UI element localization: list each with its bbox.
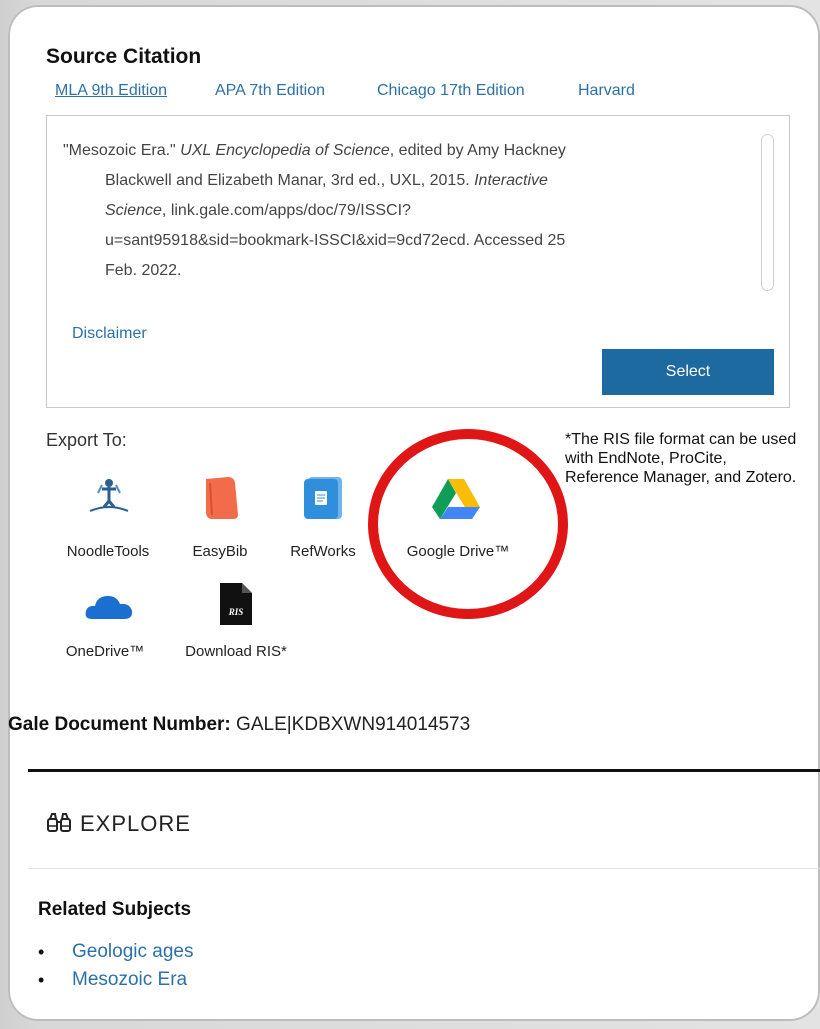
citation-box: "Mesozoic Era." UXL Encyclopedia of Scie… bbox=[46, 115, 790, 408]
citation-line: Blackwell and Elizabeth Manar, 3rd ed., … bbox=[63, 166, 713, 196]
noodletools-icon bbox=[89, 479, 129, 512]
select-button[interactable]: Select bbox=[602, 349, 774, 395]
document-number-label: Gale Document Number: bbox=[8, 714, 231, 735]
ris-icon-text: RIS bbox=[228, 607, 244, 617]
citation-run: , link.gale.com/apps/doc/79/ISSCI? bbox=[161, 202, 411, 219]
citation-scrollbar[interactable] bbox=[761, 134, 774, 291]
refworks-icon bbox=[304, 477, 342, 519]
tab-mla[interactable]: MLA 9th Edition bbox=[55, 82, 167, 100]
gale-document-number: Gale Document Number: GALE|KDBXWN9140145… bbox=[8, 714, 470, 736]
citation-text: "Mesozoic Era." UXL Encyclopedia of Scie… bbox=[63, 136, 713, 286]
tab-harvard[interactable]: Harvard bbox=[578, 82, 635, 100]
document-number-value: GALE|KDBXWN914014573 bbox=[236, 714, 471, 735]
easybib-label: EasyBib bbox=[192, 543, 248, 560]
citation-run: Feb. 2022. bbox=[105, 262, 182, 279]
tab-apa[interactable]: APA 7th Edition bbox=[215, 82, 325, 100]
onedrive-label: OneDrive™ bbox=[65, 643, 145, 660]
explore-divider bbox=[28, 868, 820, 869]
citation-panel: Source Citation MLA 9th Edition APA 7th … bbox=[8, 5, 820, 1021]
citation-run: u=sant95918&sid=bookmark-ISSCI&xid=9cd72… bbox=[105, 232, 566, 249]
explore-heading: EXPLORE bbox=[46, 811, 191, 837]
annotation-circle bbox=[368, 429, 568, 619]
subject-link-mesozoic-era[interactable]: Mesozoic Era bbox=[72, 969, 187, 990]
citation-run: , edited by Amy Hackney bbox=[389, 142, 566, 159]
citation-italic-run: Science bbox=[105, 202, 162, 219]
source-citation-title: Source Citation bbox=[46, 45, 202, 68]
related-subjects-list: Geologic ages Mesozoic Era bbox=[38, 938, 193, 994]
binoculars-icon bbox=[47, 813, 71, 832]
easybib-icon bbox=[206, 477, 238, 519]
section-divider bbox=[28, 769, 820, 772]
export-to-label: Export To: bbox=[46, 430, 127, 450]
ris-file-icon: RIS bbox=[220, 583, 252, 625]
list-item[interactable]: Geologic ages bbox=[38, 938, 193, 966]
citation-italic-run: Interactive bbox=[474, 172, 548, 189]
refworks-label: RefWorks bbox=[290, 543, 356, 560]
ris-format-note: *The RIS file format can be used with En… bbox=[565, 431, 797, 486]
citation-line: Feb. 2022. bbox=[63, 256, 713, 286]
download-ris-label: Download RIS* bbox=[185, 643, 287, 660]
citation-run: "Mesozoic Era." bbox=[63, 142, 181, 159]
explore-title: EXPLORE bbox=[80, 811, 191, 836]
citation-line: u=sant95918&sid=bookmark-ISSCI&xid=9cd72… bbox=[63, 226, 713, 256]
noodletools-label: NoodleTools bbox=[66, 543, 150, 560]
tab-chicago[interactable]: Chicago 17th Edition bbox=[377, 82, 525, 100]
subject-link-geologic-ages[interactable]: Geologic ages bbox=[72, 941, 193, 962]
citation-line: Science, link.gale.com/apps/doc/79/ISSCI… bbox=[63, 196, 713, 226]
citation-line: "Mesozoic Era." UXL Encyclopedia of Scie… bbox=[63, 136, 713, 166]
citation-italic-run: UXL Encyclopedia of Science bbox=[180, 142, 390, 159]
citation-run: Blackwell and Elizabeth Manar, 3rd ed., … bbox=[105, 172, 475, 189]
disclaimer-link[interactable]: Disclaimer bbox=[72, 325, 147, 343]
list-item[interactable]: Mesozoic Era bbox=[38, 966, 193, 994]
onedrive-icon bbox=[85, 596, 133, 619]
related-subjects-title: Related Subjects bbox=[38, 899, 192, 920]
